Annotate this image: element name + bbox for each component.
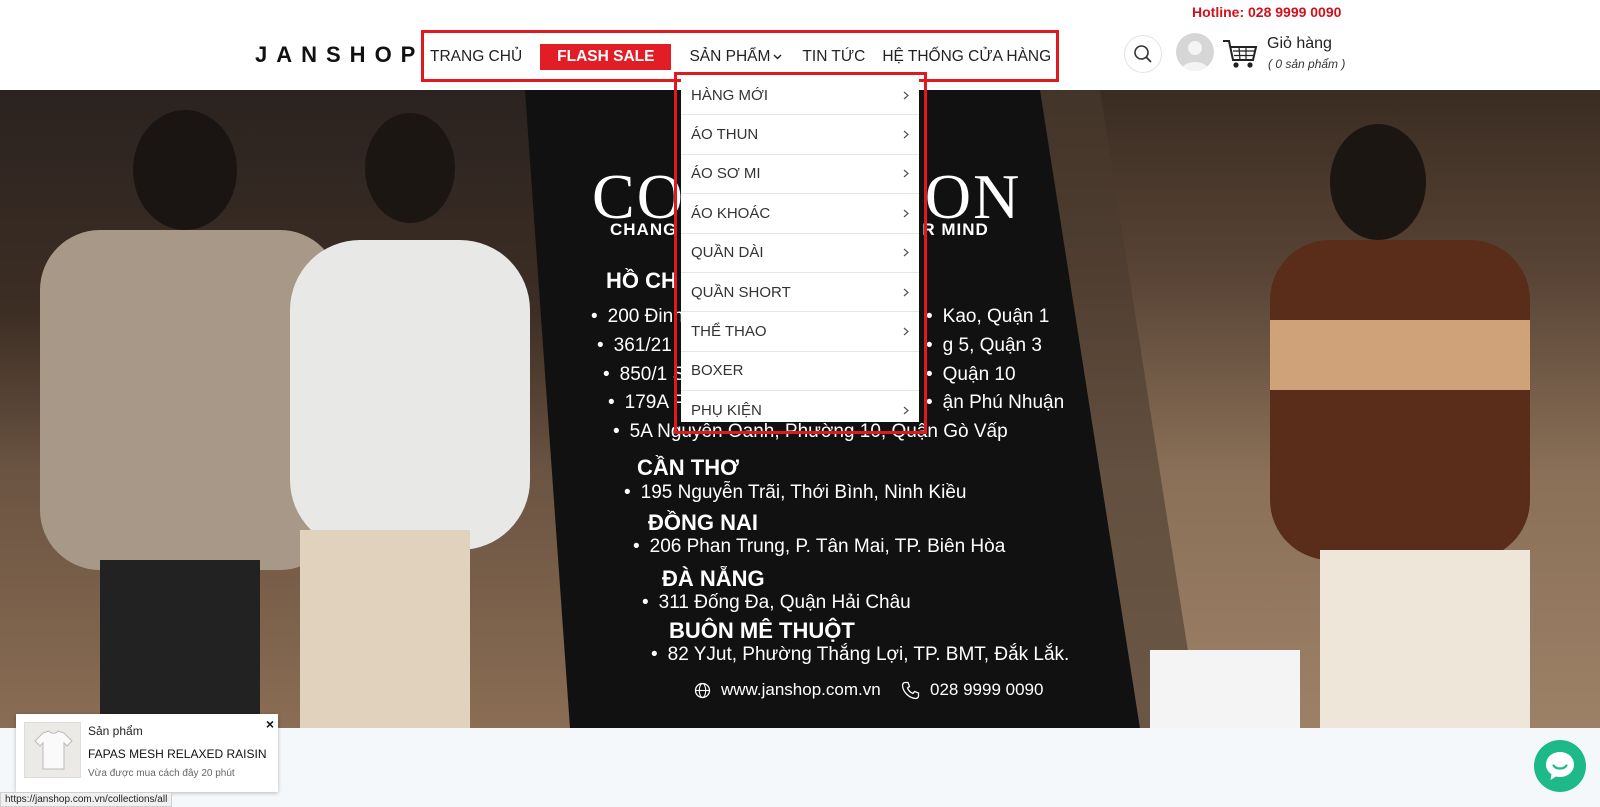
chevron-right-icon xyxy=(903,324,909,339)
user-icon xyxy=(1181,41,1209,71)
city-cantho: CẦN THƠ xyxy=(637,455,739,480)
dropdown-item-label: BOXER xyxy=(691,362,744,380)
search-button[interactable] xyxy=(1124,35,1162,73)
dropdown-item-label: QUẦN SHORT xyxy=(691,283,791,301)
dropdown-item-label: ÁO THUN xyxy=(691,126,759,144)
nav-home[interactable]: TRANG CHỦ xyxy=(430,48,522,66)
chevron-down-icon xyxy=(773,52,782,63)
hcm-address-4-right: ận Phú Nhuận xyxy=(926,392,1065,414)
logo[interactable]: JANSHOP xyxy=(255,42,424,68)
browser-status-url: https://janshop.com.vn/collections/all xyxy=(0,792,173,807)
toast-time: Vừa được mua cách đây 20 phút xyxy=(88,768,235,779)
chevron-right-icon xyxy=(903,245,909,260)
tshirt-icon xyxy=(34,730,73,770)
hcm-address-3-left: 850/1 S xyxy=(603,364,686,386)
dropdown-item-áo-khoác[interactable]: ÁO KHOÁC xyxy=(681,194,919,234)
nav-flash-sale[interactable]: FLASH SALE xyxy=(540,44,672,70)
dongnai-address: 206 Phan Trung, P. Tân Mai, TP. Biên Hòa xyxy=(633,536,1006,558)
tagline-left: CHANG xyxy=(610,220,678,239)
chevron-right-icon xyxy=(903,206,909,221)
close-icon[interactable]: × xyxy=(266,716,274,732)
chevron-right-icon xyxy=(903,127,909,142)
phone-icon xyxy=(901,681,920,699)
hcm-address-3-right: Quận 10 xyxy=(926,364,1016,386)
danang-address: 311 Đống Đa, Quận Hải Châu xyxy=(642,592,911,614)
city-hcm: HỒ CH xyxy=(606,268,677,293)
hcm-address-1-left: 200 Đinh xyxy=(591,306,684,328)
city-dongnai: ĐỒNG NAI xyxy=(648,510,758,535)
website-text: www.janshop.com.vn xyxy=(721,680,881,699)
phone-text: 028 9999 0090 xyxy=(930,680,1044,699)
product-thumbnail[interactable] xyxy=(24,722,81,778)
search-icon xyxy=(1134,45,1152,63)
dropdown-item-áo-thun[interactable]: ÁO THUN xyxy=(681,115,919,155)
tagline-right: R MIND xyxy=(922,220,989,239)
dropdown-item-label: HÀNG MỚI xyxy=(691,86,769,104)
chevron-right-icon xyxy=(903,285,909,300)
nav-products-label: SẢN PHẨM xyxy=(689,48,771,65)
dropdown-item-phụ-kiện[interactable]: PHỤ KIỆN xyxy=(681,391,919,430)
banner-website: www.janshop.com.vn xyxy=(694,680,881,700)
hotline[interactable]: Hotline: 028 9999 0090 xyxy=(1192,4,1341,20)
globe-icon xyxy=(694,682,711,698)
dropdown-item-thể-thao[interactable]: THỂ THAO xyxy=(681,312,919,352)
dropdown-item-quần-short[interactable]: QUẦN SHORT xyxy=(681,273,919,313)
toast-label: Sản phẩm xyxy=(88,724,143,738)
dropdown-item-label: ÁO SƠ MI xyxy=(691,165,761,183)
banner-phone: 028 9999 0090 xyxy=(901,680,1043,700)
dropdown-item-label: THỂ THAO xyxy=(691,323,767,341)
main-nav: TRANG CHỦ FLASH SALE SẢN PHẨM TIN TỨC HỆ… xyxy=(430,44,1051,70)
toast-product-name[interactable]: FAPAS MESH RELAXED RAISIN xyxy=(88,747,267,761)
products-dropdown: HÀNG MỚI ÁO THUN ÁO SƠ MI ÁO KHOÁC QUẦN DÀI Q… xyxy=(681,76,919,422)
cart-count: ( 0 sản phẩm ) xyxy=(1268,57,1346,71)
dropdown-item-quần-dài[interactable]: QUẦN DÀI xyxy=(681,234,919,273)
chevron-right-icon xyxy=(903,166,909,181)
chat-button[interactable] xyxy=(1534,740,1586,792)
nav-products[interactable]: SẢN PHẨM xyxy=(689,48,782,66)
nav-stores[interactable]: HỆ THỐNG CỬA HÀNG xyxy=(882,48,1051,66)
dropdown-item-label: ÁO KHOÁC xyxy=(691,204,771,222)
nav-news[interactable]: TIN TỨC xyxy=(802,48,865,66)
hcm-address-2-right: g 5, Quận 3 xyxy=(926,335,1042,357)
hcm-address-2-left: 361/21 xyxy=(597,335,672,357)
dropdown-item-áo-sơ-mi[interactable]: ÁO SƠ MI xyxy=(681,155,919,195)
chat-bubble-icon xyxy=(1546,752,1574,780)
city-bmt: BUÔN MÊ THUỘT xyxy=(669,618,855,643)
dropdown-item-hàng-mới[interactable]: HÀNG MỚI xyxy=(681,76,919,116)
dropdown-item-boxer[interactable]: BOXER xyxy=(681,352,919,392)
dropdown-item-label: QUẦN DÀI xyxy=(691,244,764,262)
cart-title[interactable]: Giỏ hàng xyxy=(1267,35,1332,53)
hcm-address-1-right: Kao, Quận 1 xyxy=(926,306,1050,328)
cart-icon[interactable] xyxy=(1222,38,1258,70)
chevron-right-icon xyxy=(903,88,909,103)
city-danang: ĐÀ NẴNG xyxy=(662,566,765,591)
page: Hotline: 028 9999 0090 JANSHOP TRANG CHỦ… xyxy=(0,0,1600,807)
bmt-address: 82 YJut, Phường Thắng Lợi, TP. BMT, Đắk … xyxy=(651,644,1070,666)
chevron-right-icon xyxy=(903,403,909,418)
cantho-address: 195 Nguyễn Trãi, Thới Bình, Ninh Kiều xyxy=(624,482,967,504)
dropdown-item-label: PHỤ KIỆN xyxy=(691,402,762,420)
recent-purchase-toast[interactable]: Sản phẩm FAPAS MESH RELAXED RAISIN Vừa đ… xyxy=(16,714,278,792)
user-avatar[interactable] xyxy=(1176,33,1214,71)
